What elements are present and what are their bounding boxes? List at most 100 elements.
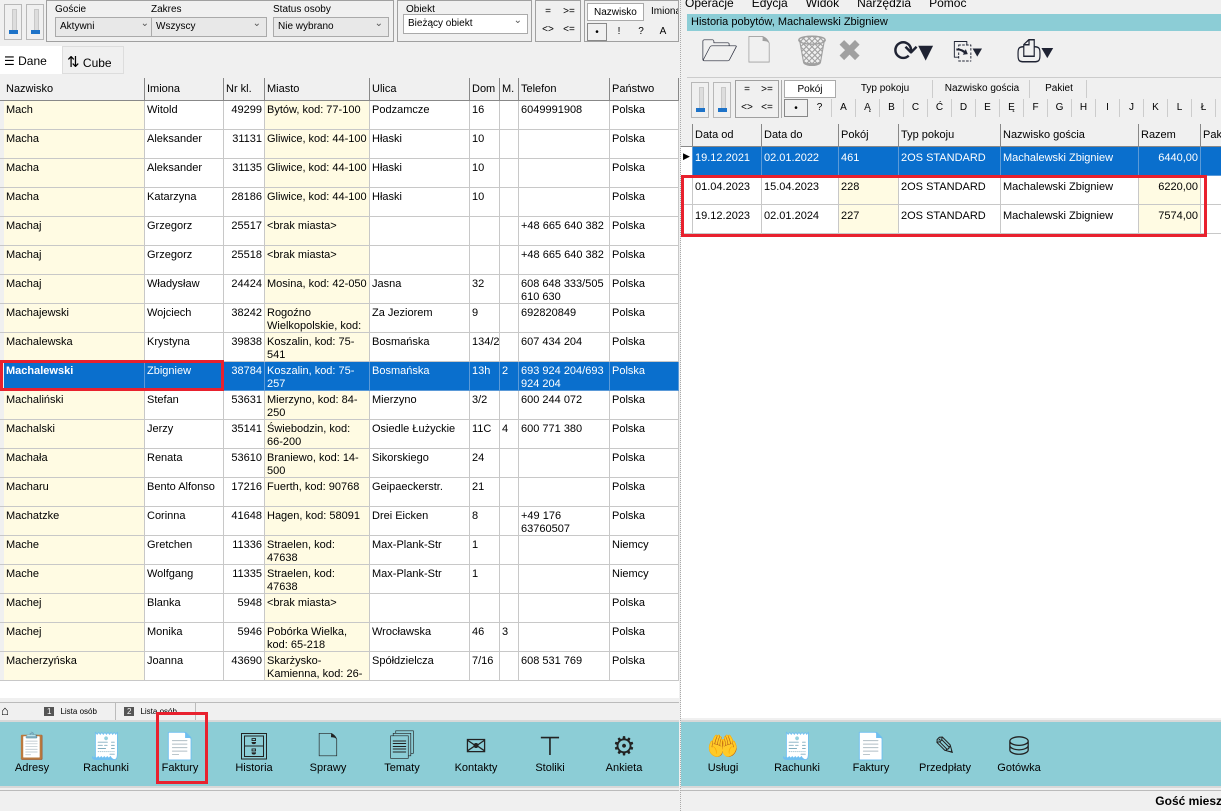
gotówka-button[interactable]: ⛁ Gotówka bbox=[989, 730, 1049, 774]
status-select[interactable]: Nie wybrano bbox=[273, 17, 389, 37]
alpha-filter-4[interactable]: B bbox=[880, 99, 904, 117]
adresy-button[interactable]: 📋 Adresy bbox=[2, 730, 62, 774]
column-header-3[interactable]: Typ pokoju bbox=[899, 124, 1001, 147]
survey-gear-icon: ⚙ bbox=[612, 731, 636, 761]
alpha-filter-8[interactable]: E bbox=[976, 99, 1000, 117]
filter-tab-3[interactable]: Pakiet bbox=[1032, 80, 1087, 98]
faktury-button[interactable]: 📄 Faktury bbox=[841, 730, 901, 774]
open-folder-icon[interactable]: 🗁 bbox=[701, 33, 738, 71]
column-header-1[interactable]: Data do bbox=[762, 124, 839, 147]
column-header-8[interactable]: Państwo bbox=[610, 78, 679, 101]
column-header-7[interactable]: Telefon bbox=[519, 78, 610, 101]
new-document-icon[interactable]: 🗋 bbox=[747, 33, 771, 71]
print-icon[interactable]: ⎙▾ bbox=[1017, 33, 1054, 71]
menu-pomoc[interactable]: Pomoc bbox=[929, 0, 966, 10]
op-neq[interactable]: <> bbox=[538, 21, 558, 39]
column-header-2[interactable]: Nr kl. bbox=[224, 78, 265, 101]
column-header-6[interactable]: M. bbox=[500, 78, 519, 101]
przedpłaty-button[interactable]: ✎ Przedpłaty bbox=[915, 730, 975, 774]
stoliki-button[interactable]: ⊤ Stoliki bbox=[520, 730, 580, 774]
column-header-2[interactable]: Pokój bbox=[839, 124, 899, 147]
alpha-filter-2[interactable]: A bbox=[832, 99, 856, 117]
alpha-filter-9[interactable]: Ę bbox=[1000, 99, 1024, 117]
persons-grid[interactable]: Nazwisko Imiona Nr kl. Miasto Ulica Dom M. Tele… bbox=[0, 78, 679, 698]
alpha-filter-14[interactable]: J bbox=[1120, 99, 1144, 117]
documents-icon: 🗐 bbox=[389, 731, 415, 761]
column-header-1[interactable]: Imiona bbox=[145, 78, 224, 101]
cell-dom: 46 bbox=[470, 623, 500, 652]
menu-narzędzia[interactable]: Narzędzia bbox=[857, 0, 911, 10]
column-header-0[interactable]: Data od bbox=[693, 124, 762, 147]
alpha-filter-5[interactable]: C bbox=[904, 99, 928, 117]
home-icon[interactable]: ⌂ bbox=[1, 703, 9, 718]
tematy-button[interactable]: 🗐 Tematy bbox=[372, 730, 432, 774]
alpha-filter-18[interactable]: M bbox=[1216, 99, 1221, 117]
op-gte[interactable]: >= bbox=[559, 3, 579, 21]
alpha-filter-7[interactable]: D bbox=[952, 99, 976, 117]
cancel-x-icon[interactable]: ✖ bbox=[837, 33, 862, 71]
menu-edycja[interactable]: Edycja bbox=[752, 0, 788, 10]
export-icon[interactable]: ⎘▾ bbox=[953, 33, 982, 71]
refresh-icon[interactable]: ⟳▾ bbox=[893, 33, 933, 71]
filter-tab-2[interactable]: Nazwisko gościa bbox=[935, 80, 1030, 98]
rachunki-button[interactable]: 🧾 Rachunki bbox=[767, 730, 827, 774]
column-header-5[interactable]: Razem bbox=[1139, 124, 1201, 147]
zakres-select[interactable]: Wszyscy bbox=[151, 17, 267, 37]
tab-cube[interactable]: ⇅ Cube bbox=[62, 46, 124, 74]
sprawy-button[interactable]: 🗋 Sprawy bbox=[298, 730, 358, 774]
alpha-filter-13[interactable]: I bbox=[1096, 99, 1120, 117]
sort-tab-imiona[interactable]: Imiona bbox=[645, 3, 678, 21]
historia-button[interactable]: 🗄 Historia bbox=[224, 730, 284, 774]
menu-operacje[interactable]: Operacje bbox=[685, 0, 734, 10]
right-slider-1[interactable] bbox=[691, 82, 709, 118]
tab-dane[interactable]: ☰ Dane bbox=[0, 46, 62, 74]
alpha-q[interactable]: ? bbox=[631, 23, 651, 41]
column-header-3[interactable]: Miasto bbox=[265, 78, 370, 101]
alpha-filter-17[interactable]: Ł bbox=[1192, 99, 1216, 117]
button-label: Faktury bbox=[852, 762, 890, 774]
column-header-4[interactable]: Ulica bbox=[370, 78, 470, 101]
ankieta-button[interactable]: ⚙ Ankieta bbox=[594, 730, 654, 774]
cell-imiona: Grzegorz bbox=[145, 246, 224, 275]
alpha-a[interactable]: A bbox=[653, 23, 673, 41]
op-lte[interactable]: <= bbox=[559, 21, 579, 39]
op-neq[interactable]: <> bbox=[737, 99, 757, 117]
op-lte[interactable]: <= bbox=[757, 99, 777, 117]
usługi-button[interactable]: 🤲 Usługi bbox=[693, 730, 753, 774]
cell-dom: 8 bbox=[470, 507, 500, 536]
alpha-filter-12[interactable]: H bbox=[1072, 99, 1096, 117]
right-slider-2[interactable] bbox=[713, 82, 731, 118]
column-header-6[interactable]: Pak bbox=[1201, 124, 1221, 147]
goscie-select[interactable]: Aktywni bbox=[55, 17, 155, 37]
op-gte[interactable]: >= bbox=[757, 81, 777, 99]
alpha-filter-6[interactable]: Ć bbox=[928, 99, 952, 117]
alpha-filter-15[interactable]: K bbox=[1144, 99, 1168, 117]
column-header-0[interactable]: Nazwisko bbox=[4, 78, 145, 101]
alpha-filter-3[interactable]: Ą bbox=[856, 99, 880, 117]
sort-tab-nazwisko[interactable]: Nazwisko bbox=[587, 3, 644, 21]
alpha-filter-0[interactable]: • bbox=[784, 99, 808, 117]
kontakty-button[interactable]: ✉ Kontakty bbox=[446, 730, 506, 774]
stay-history-grid[interactable]: Data od Data do Pokój Typ pokoju Nazwisko go… bbox=[681, 124, 1221, 718]
slider-2[interactable] bbox=[26, 4, 44, 40]
slider-1[interactable] bbox=[4, 4, 22, 40]
faktury-button[interactable]: 📄 Faktury bbox=[150, 730, 210, 774]
alpha-filter-16[interactable]: L bbox=[1168, 99, 1192, 117]
op-equal[interactable]: = bbox=[538, 3, 558, 21]
alpha-excl[interactable]: ! bbox=[609, 23, 629, 41]
alpha-filter-10[interactable]: F bbox=[1024, 99, 1048, 117]
column-header-5[interactable]: Dom bbox=[470, 78, 500, 101]
obiekt-select[interactable]: Bieżący obiekt bbox=[403, 14, 528, 34]
rachunki-button[interactable]: 🧾 Rachunki bbox=[76, 730, 136, 774]
filter-tab-0[interactable]: Pokój bbox=[784, 80, 836, 98]
cell-telefon: 607 434 204 bbox=[519, 333, 610, 362]
alpha-filter-1[interactable]: ? bbox=[808, 99, 832, 117]
column-header-4[interactable]: Nazwisko gościa bbox=[1001, 124, 1139, 147]
filter-tab-1[interactable]: Typ pokoju bbox=[838, 80, 933, 98]
alpha-any[interactable]: • bbox=[587, 23, 607, 41]
alpha-filter-11[interactable]: G bbox=[1048, 99, 1072, 117]
right-status-bar: Gość miesz bbox=[681, 790, 1221, 811]
menu-widok[interactable]: Widok bbox=[806, 0, 839, 10]
op-equal[interactable]: = bbox=[737, 81, 757, 99]
delete-trash-icon[interactable]: 🗑 bbox=[793, 33, 831, 71]
